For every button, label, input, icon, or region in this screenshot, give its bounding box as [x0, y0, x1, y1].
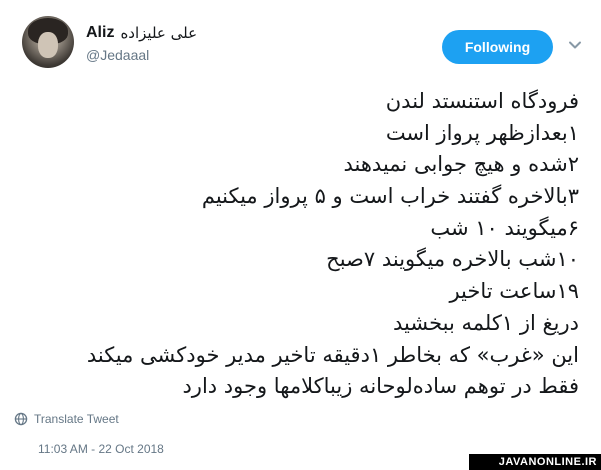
chevron-down-icon[interactable] — [568, 38, 582, 52]
author-display-name[interactable]: Aliz — [86, 24, 114, 42]
tweet-line: ۲شده و هیچ جوابی نمیدهند — [343, 152, 579, 177]
author-handle[interactable]: @Jedaaal — [86, 47, 149, 63]
tweet-line: ۱بعدازظهر پرواز است — [385, 120, 579, 145]
translate-tweet-label[interactable]: Translate Tweet — [34, 412, 119, 426]
avatar[interactable] — [22, 16, 74, 68]
tweet-line: دریغ از ۱کلمه ببخشید — [393, 310, 579, 335]
translate-tweet-link[interactable]: Translate Tweet — [14, 412, 119, 426]
tweet-text: فرودگاه استنستد لندن ۱بعدازظهر پرواز است… — [19, 86, 579, 403]
tweet-line: ۱۰شب بالاخره میگویند ۷صبح — [326, 247, 579, 272]
watermark-text: JAVANONLINE.IR — [498, 456, 597, 468]
tweet-timestamp[interactable]: 11:03 AM - 22 Oct 2018 — [38, 442, 164, 456]
author-name-row[interactable]: Aliz علی علیزاده — [86, 22, 197, 44]
tweet-line: ۶میگویند ۱۰ شب — [430, 215, 579, 240]
tweet-line: ۳بالاخره گفتند خراب است و ۵ پرواز میکنیم — [201, 184, 579, 209]
following-button[interactable]: Following — [442, 30, 553, 64]
globe-icon — [14, 412, 28, 426]
tweet-line: ۱۹ساعت تاخیر — [449, 279, 579, 304]
watermark: JAVANONLINE.IR — [469, 454, 601, 470]
tweet-line: فقط در توهم ساده‌لوحانه زیباکلامها وجود … — [182, 374, 579, 399]
tweet-line: این «غرب» که بخاطر ۱دقیقه تاخیر مدیر خود… — [86, 342, 579, 367]
tweet-line: فرودگاه استنستد لندن — [385, 89, 579, 113]
author-display-name-fa[interactable]: علی علیزاده — [120, 24, 197, 42]
avatar-face — [38, 32, 58, 58]
